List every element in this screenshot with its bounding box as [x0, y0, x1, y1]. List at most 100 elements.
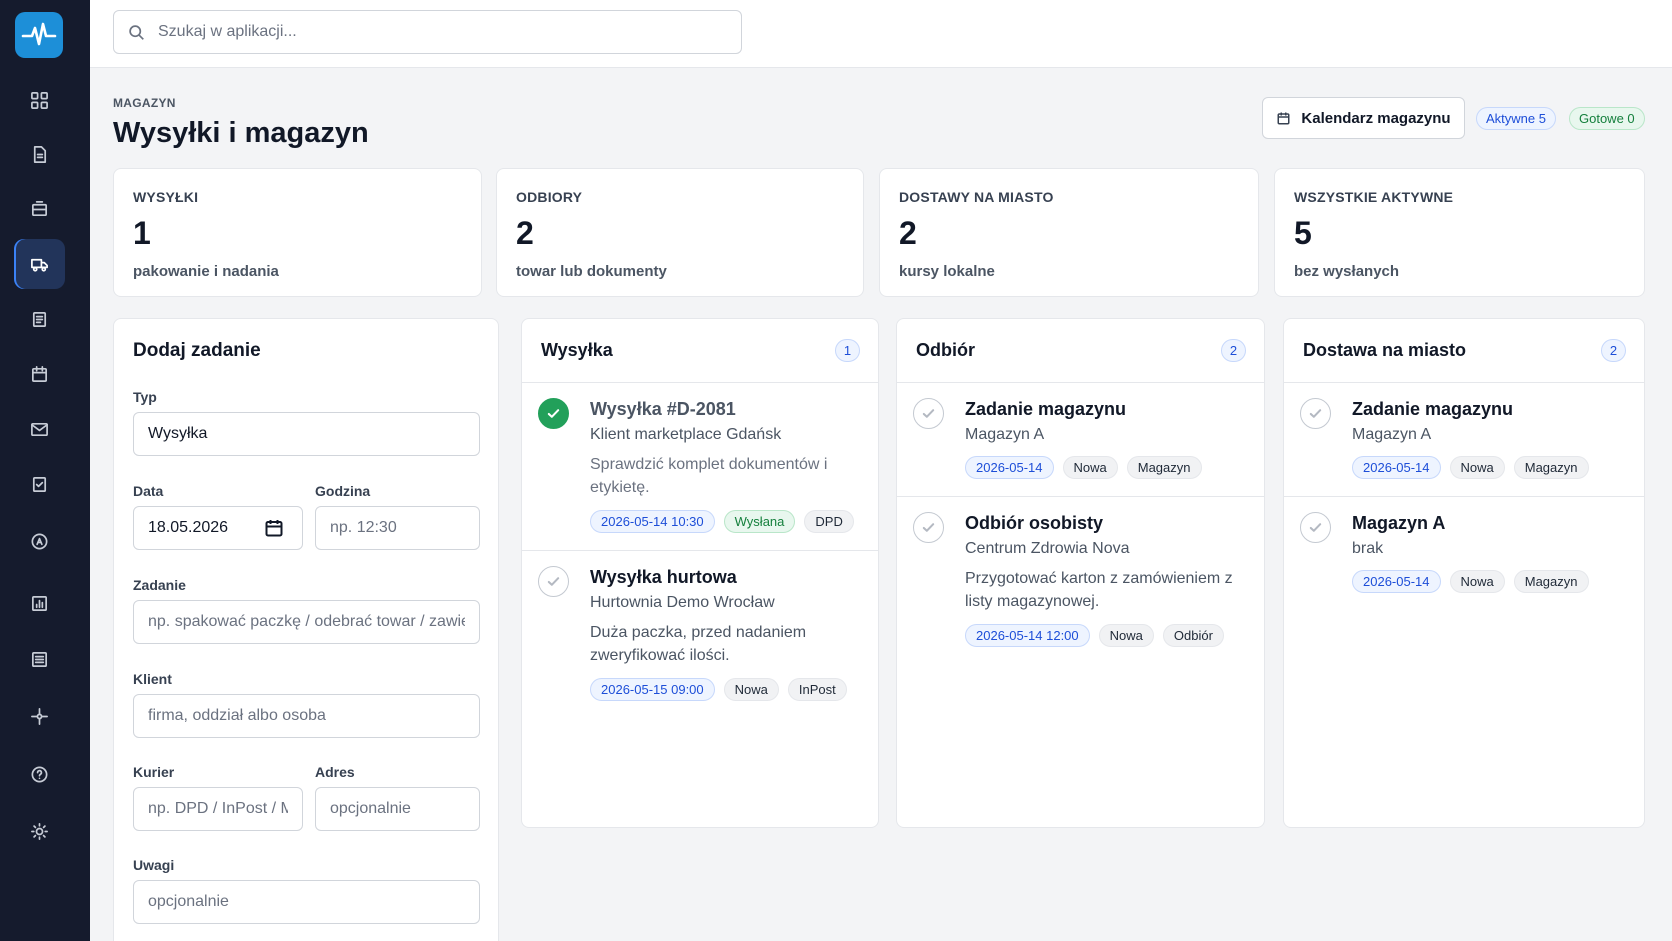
task-title: Magazyn A — [1352, 513, 1446, 533]
task-card[interactable]: Magazyn A brak 2026-05-14 Nowa Magazyn — [1284, 497, 1644, 610]
task-note: Przygotować karton z zamówieniem z listy… — [965, 570, 1233, 610]
category-tag: Magazyn — [1126, 456, 1202, 479]
task-note: Sprawdzić komplet dokumentów i etykietę. — [590, 456, 828, 496]
type-label: Typ — [133, 389, 157, 405]
sidebar — [0, 0, 90, 941]
calendar-picker-icon[interactable] — [264, 518, 284, 538]
stat-value: 5 — [1294, 215, 1312, 251]
notes-input[interactable] — [133, 880, 480, 924]
column-count-badge: 2 — [1601, 339, 1626, 362]
shield-icon[interactable] — [14, 516, 65, 566]
help-icon[interactable] — [14, 749, 65, 799]
stat-card-shipments: WYSYŁKI 1 pakowanie i nadania — [113, 168, 482, 297]
search-input[interactable] — [158, 23, 718, 41]
task-card[interactable]: Wysyłka #D-2081 Klient marketplace Gdańs… — [522, 383, 878, 551]
stat-label: WSZYSTKIE AKTYWNE — [1294, 189, 1454, 205]
task-title: Wysyłka #D-2081 — [590, 399, 736, 419]
calendar-button-label: Kalendarz magazynu — [1301, 109, 1451, 127]
stat-sub: bez wysłanych — [1294, 263, 1400, 280]
task-title: Wysyłka hurtowa — [590, 567, 737, 587]
date-label: Data — [133, 483, 164, 499]
done-badge: Gotowe 0 — [1569, 107, 1645, 130]
network-icon[interactable] — [14, 691, 65, 741]
courier-tag: InPost — [787, 678, 847, 701]
status-tag: Nowa — [723, 678, 779, 701]
dashboard-icon[interactable] — [14, 75, 65, 125]
task-check-icon[interactable] — [1300, 512, 1331, 543]
checklist-icon[interactable] — [14, 459, 65, 509]
files-icon[interactable] — [14, 294, 65, 344]
notes-label: Uwagi — [133, 857, 175, 873]
task-card[interactable]: Zadanie magazynu Magazyn A 2026-05-14 No… — [897, 383, 1264, 497]
list-icon[interactable] — [14, 634, 65, 684]
category-tag: Odbiór — [1162, 624, 1224, 647]
date-tag: 2026-05-14 — [1352, 456, 1441, 479]
stat-value: 1 — [133, 215, 151, 251]
stat-label: ODBIORY — [516, 189, 583, 205]
task-check-icon[interactable] — [1300, 398, 1331, 429]
task-done-check-icon[interactable] — [538, 398, 569, 429]
status-tag: Nowa — [1449, 456, 1505, 479]
category-tag: Magazyn — [1513, 570, 1589, 593]
date-tag: 2026-05-14 — [965, 456, 1054, 479]
warehouse-calendar-button[interactable]: Kalendarz magazynu — [1262, 97, 1465, 139]
column-count-badge: 2 — [1221, 339, 1246, 362]
stat-card-all-active: WSZYSTKIE AKTYWNE 5 bez wysłanych — [1274, 168, 1645, 297]
column-city-delivery: Dostawa na miasto 2 Zadanie magazynu Mag… — [1283, 318, 1645, 828]
page-title: Wysyłki i magazyn — [113, 117, 369, 149]
task-card[interactable]: Wysyłka hurtowa Hurtownia Demo Wrocław D… — [522, 551, 878, 718]
task-check-icon[interactable] — [538, 566, 569, 597]
task-check-icon[interactable] — [913, 398, 944, 429]
task-card[interactable]: Zadanie magazynu Magazyn A 2026-05-14 No… — [1284, 383, 1644, 497]
courier-input[interactable] — [133, 787, 303, 831]
calendar-icon[interactable] — [14, 349, 65, 399]
app-logo-icon[interactable] — [15, 12, 63, 58]
date-tag: 2026-05-14 12:00 — [965, 624, 1090, 647]
form-title: Dodaj zadanie — [133, 340, 261, 361]
task-card[interactable]: Odbiór osobisty Centrum Zdrowia Nova Prz… — [897, 497, 1264, 664]
task-title: Odbiór osobisty — [965, 513, 1104, 533]
task-check-icon[interactable] — [913, 512, 944, 543]
task-input[interactable] — [133, 600, 480, 644]
document-icon[interactable] — [14, 129, 65, 179]
task-label: Zadanie — [133, 577, 186, 593]
address-input[interactable] — [315, 787, 480, 831]
sun-icon[interactable] — [14, 806, 65, 856]
task-client: brak — [1352, 540, 1384, 557]
section-eyebrow: MAGAZYN — [113, 96, 176, 110]
task-title: Zadanie magazynu — [1352, 399, 1514, 419]
truck-icon[interactable] — [14, 239, 65, 289]
stat-sub: kursy lokalne — [899, 263, 995, 280]
courier-tag: DPD — [804, 510, 854, 533]
add-task-form: Dodaj zadanie Typ Data Godzina Zadanie K… — [113, 318, 499, 941]
column-title: Odbiór — [916, 340, 975, 360]
stat-label: WYSYŁKI — [133, 189, 199, 205]
category-tag: Magazyn — [1513, 456, 1589, 479]
task-client: Klient marketplace Gdańsk — [590, 426, 782, 443]
chart-icon[interactable] — [14, 578, 65, 628]
status-tag: Nowa — [1449, 570, 1505, 593]
task-title: Zadanie magazynu — [965, 399, 1127, 419]
time-input[interactable] — [315, 506, 480, 550]
status-tag: Nowa — [1062, 456, 1118, 479]
client-input[interactable] — [133, 694, 480, 738]
column-pickup: Odbiór 2 Zadanie magazynu Magazyn A 2026… — [896, 318, 1265, 828]
type-select[interactable] — [133, 412, 480, 456]
task-client: Magazyn A — [1352, 426, 1432, 443]
mail-icon[interactable] — [14, 404, 65, 454]
status-tag: Wysłana — [723, 510, 796, 533]
search-box[interactable] — [113, 10, 742, 54]
task-client: Magazyn A — [965, 426, 1045, 443]
stat-card-pickups: ODBIORY 2 towar lub dokumenty — [496, 168, 864, 297]
stat-value: 2 — [516, 215, 534, 251]
task-tags: 2026-05-15 09:00 Nowa InPost — [590, 678, 860, 701]
stat-sub: pakowanie i nadania — [133, 263, 279, 280]
task-tags: 2026-05-14 Nowa Magazyn — [1352, 570, 1626, 593]
status-tag: Nowa — [1098, 624, 1154, 647]
stat-value: 2 — [899, 215, 917, 251]
task-tags: 2026-05-14 Nowa Magazyn — [965, 456, 1246, 479]
date-tag: 2026-05-15 09:00 — [590, 678, 715, 701]
top-bar — [90, 0, 1672, 68]
inbox-icon[interactable] — [14, 184, 65, 234]
task-tags: 2026-05-14 10:30 Wysłana DPD — [590, 510, 860, 533]
